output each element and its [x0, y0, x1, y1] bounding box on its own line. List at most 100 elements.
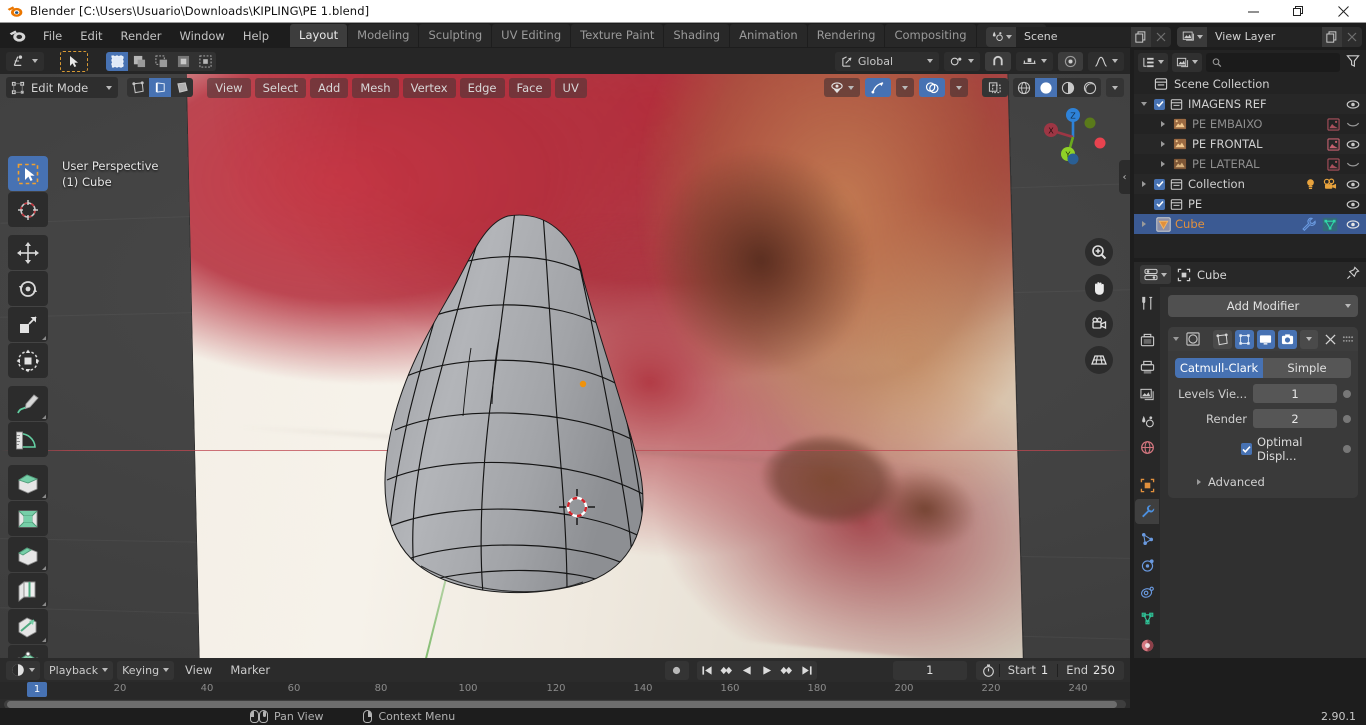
modifier-delete-button[interactable]	[1321, 330, 1339, 349]
subdivision-catmull-clark-button[interactable]: Catmull-Clark	[1175, 358, 1263, 378]
tool-tab[interactable]	[1135, 291, 1159, 316]
shading-wireframe[interactable]	[1013, 78, 1035, 97]
animate-property-dot[interactable]	[1343, 445, 1351, 453]
xray-toggle-button[interactable]	[982, 78, 1008, 97]
timeline-view-menu[interactable]: View	[178, 663, 219, 677]
animate-property-dot[interactable]	[1343, 414, 1351, 423]
playback-menu[interactable]: Playback	[44, 660, 114, 680]
advanced-expander-icon[interactable]	[1197, 479, 1201, 485]
vertex-select-mode[interactable]	[127, 78, 150, 97]
modifier-realtime-toggle[interactable]	[1256, 329, 1276, 349]
menu-add[interactable]: Add	[310, 77, 349, 98]
end-frame-value[interactable]: 250	[1093, 663, 1124, 677]
menu-vertex[interactable]: Vertex	[402, 77, 456, 98]
tool-move[interactable]	[8, 235, 48, 270]
jump-to-start-button[interactable]	[696, 660, 717, 680]
timeline-ruler[interactable]: 1 20 40 60 80 100 120 140 160 180 200 22…	[0, 682, 1130, 699]
select-invert-button[interactable]	[172, 51, 194, 71]
tool-extrude-region[interactable]	[8, 465, 48, 500]
tab-compositing[interactable]: Compositing	[885, 24, 976, 47]
outliner-row-pe-embaixo[interactable]: PE EMBAIXO	[1134, 114, 1366, 134]
view-layer-tab[interactable]	[1135, 382, 1159, 407]
select-subtract-button[interactable]	[150, 51, 172, 71]
world-tab[interactable]	[1135, 435, 1159, 460]
add-modifier-button[interactable]: Add Modifier	[1168, 295, 1358, 317]
current-frame-field[interactable]: 1	[892, 660, 967, 680]
tool-rotate[interactable]	[8, 271, 48, 306]
close-button[interactable]	[1321, 0, 1366, 23]
outliner-row-pe-lateral[interactable]: PE LATERAL	[1134, 154, 1366, 174]
eye-closed-icon[interactable]	[1346, 159, 1360, 170]
view-layer-selector[interactable]: View Layer	[1177, 26, 1362, 47]
3d-viewport[interactable]: User Perspective (1) Cube Z X Y ‹	[0, 48, 1130, 658]
timeline-editor[interactable]: Playback Keying View Marker 1 Start 1 En…	[0, 658, 1130, 709]
expander-icon[interactable]	[1161, 141, 1165, 147]
visibility-dropdown[interactable]	[824, 78, 860, 97]
tab-rendering[interactable]: Rendering	[807, 24, 885, 47]
select-set-button[interactable]	[106, 51, 128, 71]
modifier-drag-handle[interactable]	[1342, 334, 1353, 345]
proportional-editing-button[interactable]	[1058, 51, 1083, 71]
shading-material-preview[interactable]	[1057, 78, 1079, 97]
eye-open-icon[interactable]	[1346, 179, 1360, 190]
play-button[interactable]	[756, 660, 777, 680]
modifier-tab[interactable]	[1135, 499, 1159, 525]
eye-open-icon[interactable]	[1346, 199, 1360, 210]
menu-help[interactable]: Help	[234, 26, 278, 46]
menu-edit[interactable]: Edit	[71, 26, 111, 46]
record-button[interactable]	[664, 660, 689, 680]
scene-icon[interactable]	[986, 26, 1016, 47]
face-select-mode[interactable]	[171, 78, 194, 97]
tool-loop-cut[interactable]	[8, 573, 48, 608]
properties-editor-type-dropdown[interactable]	[1140, 265, 1171, 284]
tool-cursor[interactable]	[8, 192, 48, 227]
mesh-data-icon[interactable]	[1322, 217, 1338, 232]
menu-edge[interactable]: Edge	[459, 77, 505, 98]
show-gizmo-button[interactable]	[865, 78, 891, 97]
image-data-icon[interactable]	[1327, 157, 1340, 171]
transform-orientation-dropdown[interactable]: Global	[834, 51, 939, 71]
object-tab[interactable]	[1135, 473, 1159, 498]
subdivision-simple-button[interactable]: Simple	[1263, 358, 1351, 378]
tool-measure[interactable]	[8, 422, 48, 457]
scene-tab[interactable]	[1135, 409, 1159, 434]
tool-inset-faces[interactable]	[8, 501, 48, 536]
advanced-subpanel[interactable]: Advanced	[1175, 475, 1351, 489]
maximize-button[interactable]	[1276, 0, 1321, 23]
menu-window[interactable]: Window	[170, 26, 233, 46]
menu-render[interactable]: Render	[112, 26, 171, 46]
render-levels-field[interactable]: 2	[1253, 409, 1337, 428]
optimal-display-checkbox[interactable]	[1241, 443, 1252, 455]
gizmo-dropdown[interactable]	[896, 78, 914, 97]
outliner-row-cube[interactable]: Cube	[1134, 214, 1366, 234]
tool-transform[interactable]	[8, 343, 48, 378]
light-icon[interactable]	[1304, 178, 1317, 191]
properties-editor[interactable]: Cube Add Modifier Catmull-Clark Simple L…	[1134, 262, 1366, 658]
scrollbar-knob[interactable]	[7, 701, 1117, 708]
expander-icon[interactable]	[1142, 221, 1146, 227]
outliner-editor-type-dropdown[interactable]	[1138, 52, 1168, 72]
outliner-row-pe[interactable]: PE	[1134, 194, 1366, 214]
object-data-tab[interactable]	[1135, 607, 1159, 632]
new-view-layer-button[interactable]	[1322, 26, 1342, 47]
collection-checkbox[interactable]	[1154, 178, 1165, 190]
material-tab[interactable]	[1135, 633, 1159, 658]
tool-annotate[interactable]	[8, 386, 48, 421]
menu-uv[interactable]: UV	[554, 77, 587, 98]
eye-closed-icon[interactable]	[1346, 119, 1360, 130]
render-tab[interactable]	[1135, 328, 1159, 353]
unlink-scene-button[interactable]	[1151, 26, 1171, 47]
next-keyframe-button[interactable]	[776, 660, 797, 680]
modifier-extras-dropdown[interactable]	[1299, 329, 1319, 349]
panel-expander-icon[interactable]	[1173, 337, 1179, 341]
overlays-dropdown[interactable]	[950, 78, 968, 97]
select-intersect-button[interactable]	[194, 51, 216, 71]
expander-icon[interactable]	[1142, 181, 1146, 187]
playhead[interactable]: 1	[27, 682, 47, 697]
shading-rendered[interactable]	[1079, 78, 1101, 97]
tool-bevel[interactable]	[8, 537, 48, 572]
outliner-row-pe-frontal[interactable]: PE FRONTAL	[1134, 134, 1366, 154]
show-overlays-button[interactable]	[919, 78, 945, 97]
expander-icon[interactable]	[1141, 102, 1147, 106]
tool-scale[interactable]	[8, 307, 48, 342]
